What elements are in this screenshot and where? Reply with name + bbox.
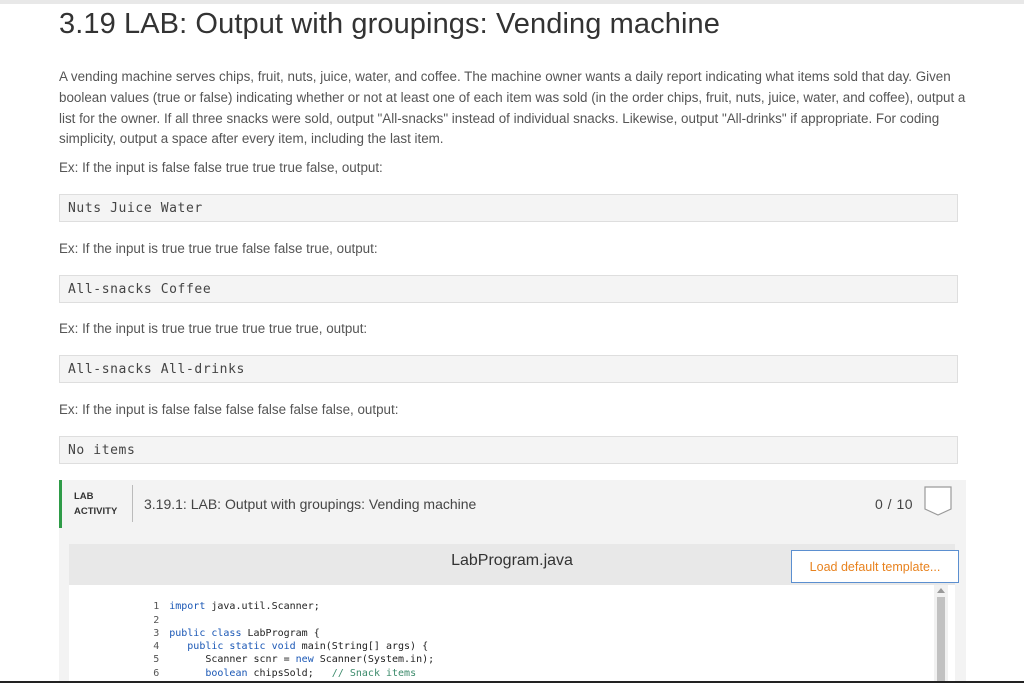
example-1-prompt: Ex: If the input is false false true tru… [59,160,383,175]
lab-activity-label: LAB ACTIVITY [74,489,117,519]
code-line: 4 public static void main(String[] args)… [69,627,929,652]
lab-description: A vending machine serves chips, fruit, n… [59,69,966,147]
example-3-prompt: Ex: If the input is true true true true … [59,321,368,336]
code-line: 2 [69,600,929,626]
lab-accent-bar [59,480,62,528]
load-default-template-button[interactable]: Load default template... [791,550,959,583]
score-badge-icon [924,486,952,516]
scrollbar-thumb[interactable] [937,597,945,683]
code-area[interactable]: 1 import java.util.Scanner; 2 3 public cla… [69,585,955,683]
top-divider [0,0,1024,4]
lab-header: LAB ACTIVITY 3.19.1: LAB: Output with gr… [59,480,966,528]
example-2-prompt: Ex: If the input is true true true false… [59,241,378,256]
lab-label-line2: ACTIVITY [74,506,118,517]
example-4-output: No items [59,436,958,464]
lab-label-line1: LAB [74,491,94,502]
lab-activity-panel: LAB ACTIVITY 3.19.1: LAB: Output with gr… [59,480,966,683]
page: 3.19 LAB: Output with groupings: Vending… [0,0,1024,683]
example-3-output: All-snacks All-drinks [59,355,958,383]
scroll-up-arrow-icon[interactable] [937,588,945,593]
code-editor: LabProgram.java Load default template...… [69,544,959,683]
code-line: 1 import java.util.Scanner; [69,587,929,612]
editor-scrollbar[interactable] [934,585,948,683]
example-1-output: Nuts Juice Water [59,194,958,222]
page-title: 3.19 LAB: Output with groupings: Vending… [59,8,720,40]
example-4-prompt: Ex: If the input is false false false fa… [59,402,399,417]
code-line: 5 Scanner scnr = new Scanner(System.in); [69,640,929,665]
lab-title: 3.19.1: LAB: Output with groupings: Vend… [144,496,477,512]
code-line: 3 public class LabProgram { [69,614,929,639]
lab-score: 0 / 10 [875,496,914,512]
lab-header-divider [132,485,133,522]
example-2-output: All-snacks Coffee [59,275,958,303]
code-line: 7 boolean fruitSold; [69,667,929,683]
code-line: 6 boolean chipsSold; // Snack items [69,654,929,679]
